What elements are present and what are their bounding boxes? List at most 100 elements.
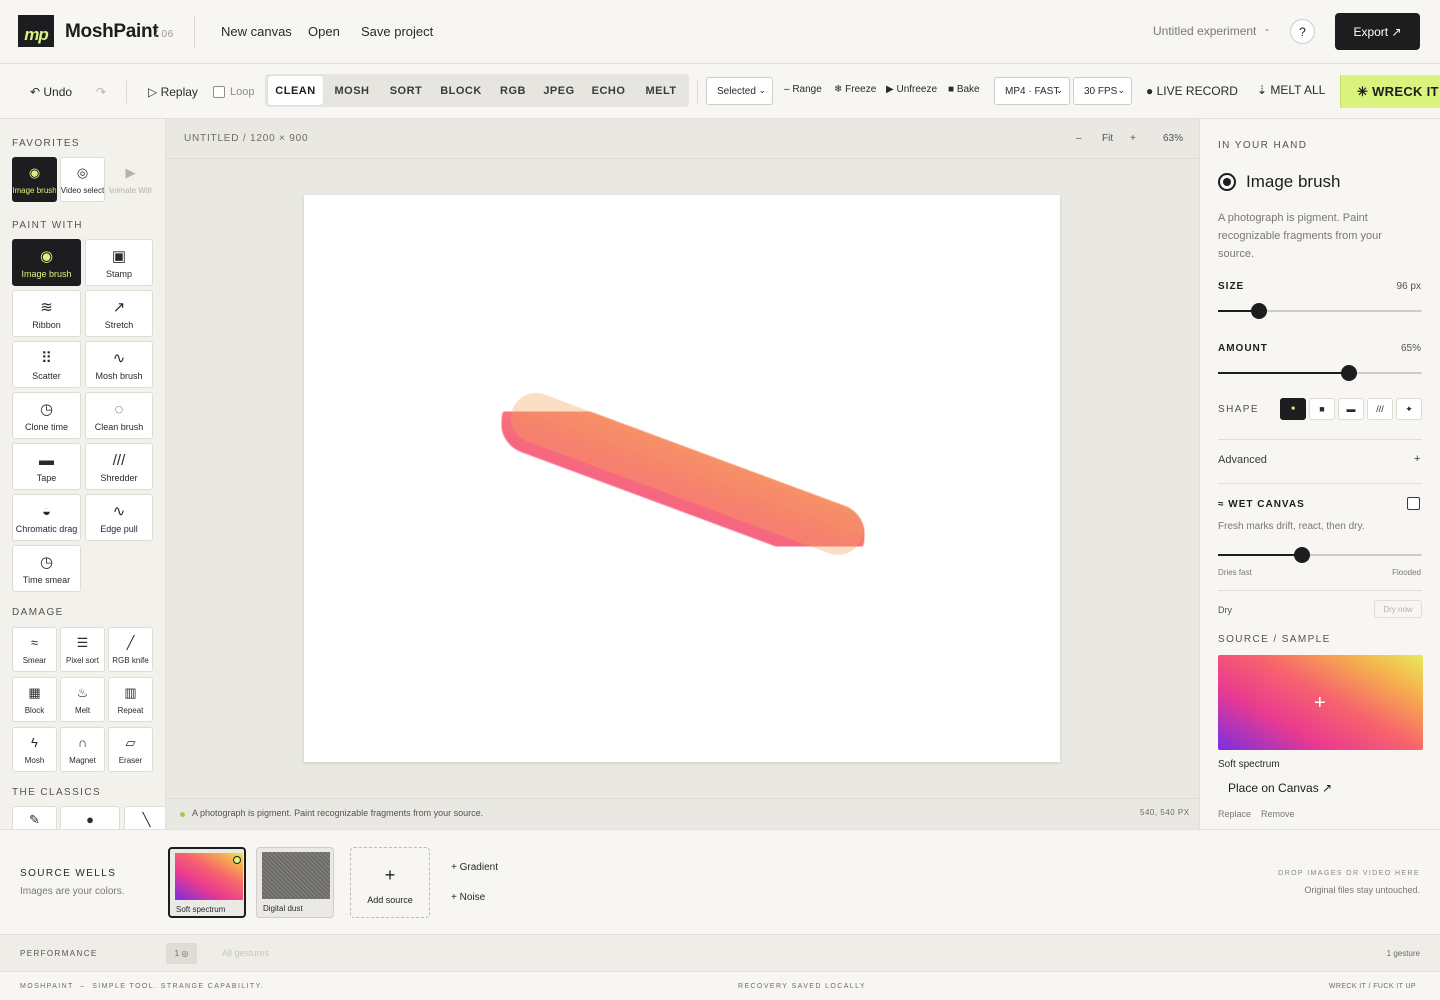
slider-handle[interactable] bbox=[1293, 547, 1310, 563]
mode-mosh[interactable]: MOSH bbox=[326, 76, 378, 105]
tool-stretch[interactable]: ↗ Stretch bbox=[85, 290, 153, 337]
remove-button[interactable]: Remove bbox=[1261, 809, 1295, 819]
size-label: SIZE bbox=[1218, 281, 1245, 292]
tool-label: Repeat bbox=[117, 706, 144, 715]
shape-square-small[interactable]: ■ bbox=[1280, 398, 1306, 420]
tool-brush[interactable]: ● bbox=[60, 806, 120, 829]
replace-button[interactable]: Replace bbox=[1218, 809, 1251, 819]
fps-select[interactable]: 30 FPS ⌄ bbox=[1073, 77, 1132, 105]
loop-checkbox[interactable] bbox=[213, 85, 225, 98]
tool-edge-pull[interactable]: ∿ Edge pull bbox=[85, 494, 153, 541]
expand-icon[interactable]: + bbox=[1414, 453, 1420, 465]
tool-tape[interactable]: ▬ Tape bbox=[12, 443, 81, 490]
repeat-icon: ▥ bbox=[124, 685, 137, 700]
wetness-slider[interactable] bbox=[1218, 547, 1422, 563]
dry-now-button[interactable]: Dry now bbox=[1374, 600, 1422, 618]
slider-handle[interactable] bbox=[1340, 365, 1357, 381]
all-gestures-filter[interactable]: All gestures bbox=[222, 948, 269, 958]
size-slider[interactable] bbox=[1218, 303, 1422, 319]
mode-echo[interactable]: ECHO bbox=[582, 76, 635, 105]
loop-toggle[interactable]: Loop bbox=[213, 64, 254, 119]
place-on-canvas-button[interactable]: Place on Canvas ↗ bbox=[1228, 781, 1332, 795]
redo-button[interactable]: ↷ bbox=[96, 64, 106, 119]
new-canvas-button[interactable]: New canvas bbox=[221, 24, 292, 39]
add-source-button[interactable]: + Add source bbox=[350, 847, 430, 918]
slider-fill bbox=[1218, 372, 1349, 374]
bake-button[interactable]: ■ Bake bbox=[948, 84, 980, 95]
save-project-button[interactable]: Save project bbox=[361, 24, 433, 39]
favorite-animate-with[interactable]: ▶ Animate With bbox=[108, 157, 153, 202]
help-button[interactable]: ? bbox=[1290, 19, 1315, 44]
tool-mosh[interactable]: ϟ Mosh bbox=[12, 727, 57, 772]
tool-image-brush[interactable]: ◉ Image brush bbox=[12, 239, 81, 286]
tool-repeat[interactable]: ▥ Repeat bbox=[108, 677, 153, 722]
favorite-video-select[interactable]: ◎ Video select bbox=[60, 157, 105, 202]
tool-clone-time[interactable]: ◷ Clone time bbox=[12, 392, 81, 439]
shape-hatch[interactable]: /// bbox=[1367, 398, 1393, 420]
document-title[interactable]: Untitled experiment bbox=[1153, 24, 1256, 38]
tool-clean-brush[interactable]: ◌ Clean brush bbox=[85, 392, 153, 439]
wet-canvas-checkbox[interactable] bbox=[1407, 497, 1420, 510]
mode-rgb[interactable]: RGB bbox=[490, 76, 536, 105]
tool-eraser[interactable]: ▱ Eraser bbox=[108, 727, 153, 772]
export-button[interactable]: Export ↗ bbox=[1335, 13, 1420, 50]
tool-melt[interactable]: ♨ Melt bbox=[60, 677, 105, 722]
live-record-button[interactable]: ● LIVE RECORD bbox=[1146, 84, 1238, 98]
dry-label: Dry bbox=[1218, 605, 1232, 615]
replay-button[interactable]: ▷ Replay bbox=[148, 64, 198, 119]
gesture-count-badge[interactable]: 1 ◎ bbox=[166, 943, 197, 964]
tool-rgb-knife[interactable]: ╱ RGB knife bbox=[108, 627, 153, 672]
shape-wide[interactable]: ▬ bbox=[1338, 398, 1364, 420]
well-digital-dust[interactable]: Digital dust bbox=[256, 847, 334, 918]
tool-block[interactable]: ▦ Block bbox=[12, 677, 57, 722]
damage-heading: DAMAGE bbox=[12, 607, 64, 618]
tool-time-smear[interactable]: ◷ Time smear bbox=[12, 545, 81, 592]
undo-button[interactable]: ↶ Undo bbox=[30, 64, 72, 119]
tool-smear[interactable]: ≈ Smear bbox=[12, 627, 57, 672]
document-menu-toggle[interactable]: - bbox=[1265, 22, 1269, 36]
advanced-toggle[interactable]: Advanced bbox=[1218, 454, 1267, 466]
mode-clean[interactable]: CLEAN bbox=[268, 76, 323, 105]
tool-label: Tape bbox=[36, 473, 57, 483]
tool-chromatic-drag[interactable]: ◒ Chromatic drag bbox=[12, 494, 81, 541]
tool-label: Image brush bbox=[21, 269, 72, 279]
tool-mosh-brush[interactable]: ∿ Mosh brush bbox=[85, 341, 153, 388]
fit-button[interactable]: Fit bbox=[1102, 133, 1113, 144]
status-bar: A photograph is pigment. Paint recogniza… bbox=[166, 798, 1199, 829]
shape-square[interactable]: ■ bbox=[1309, 398, 1335, 420]
mode-sort[interactable]: SORT bbox=[380, 76, 432, 105]
well-soft-spectrum[interactable]: Soft spectrum bbox=[168, 847, 246, 918]
open-button[interactable]: Open bbox=[308, 24, 340, 39]
scope-select[interactable]: Selected ⌄ bbox=[706, 77, 773, 105]
tool-shredder[interactable]: /// Shredder bbox=[85, 443, 153, 490]
tool-pixel-sort[interactable]: ☰ Pixel sort bbox=[60, 627, 105, 672]
tool-label: Stretch bbox=[104, 320, 134, 330]
amount-slider[interactable] bbox=[1218, 365, 1422, 381]
freeze-button[interactable]: ❄ Freeze bbox=[834, 84, 876, 95]
format-select[interactable]: MP4 · FAST ⌄ bbox=[994, 77, 1070, 105]
unfreeze-button[interactable]: ▶ Unfreeze bbox=[886, 84, 937, 95]
tool-label: Clean brush bbox=[94, 422, 144, 432]
range-button[interactable]: – Range bbox=[784, 84, 822, 95]
zoom-in-button[interactable]: + bbox=[1130, 133, 1136, 144]
tool-line[interactable]: ╲ bbox=[124, 806, 165, 829]
zoom-out-button[interactable]: – bbox=[1076, 133, 1082, 144]
wreck-it-button[interactable]: ✳ WRECK IT bbox=[1340, 75, 1440, 108]
tool-stamp[interactable]: ▣ Stamp bbox=[85, 239, 153, 286]
slider-handle[interactable] bbox=[1250, 303, 1267, 319]
favorite-image-brush[interactable]: ◉ Image brush bbox=[12, 157, 57, 202]
mode-block[interactable]: BLOCK bbox=[434, 76, 488, 105]
melt-all-button[interactable]: ⇣ MELT ALL bbox=[1257, 83, 1325, 97]
tool-description: A photograph is pigment. Paint recogniza… bbox=[1218, 212, 1382, 260]
mode-jpeg[interactable]: JPEG bbox=[538, 76, 580, 105]
tool-scatter[interactable]: ⠿ Scatter bbox=[12, 341, 81, 388]
tool-pencil[interactable]: ✎ bbox=[12, 806, 57, 829]
add-gradient-button[interactable]: + Gradient bbox=[451, 862, 498, 873]
paint-canvas[interactable] bbox=[304, 195, 1060, 762]
mode-melt[interactable]: MELT bbox=[637, 76, 685, 105]
add-noise-button[interactable]: + Noise bbox=[451, 892, 485, 903]
tool-ribbon[interactable]: ≋ Ribbon bbox=[12, 290, 81, 337]
shape-star[interactable]: ✦ bbox=[1396, 398, 1422, 420]
source-swatch[interactable]: + bbox=[1218, 655, 1423, 750]
tool-magnet[interactable]: ∩ Magnet bbox=[60, 727, 105, 772]
